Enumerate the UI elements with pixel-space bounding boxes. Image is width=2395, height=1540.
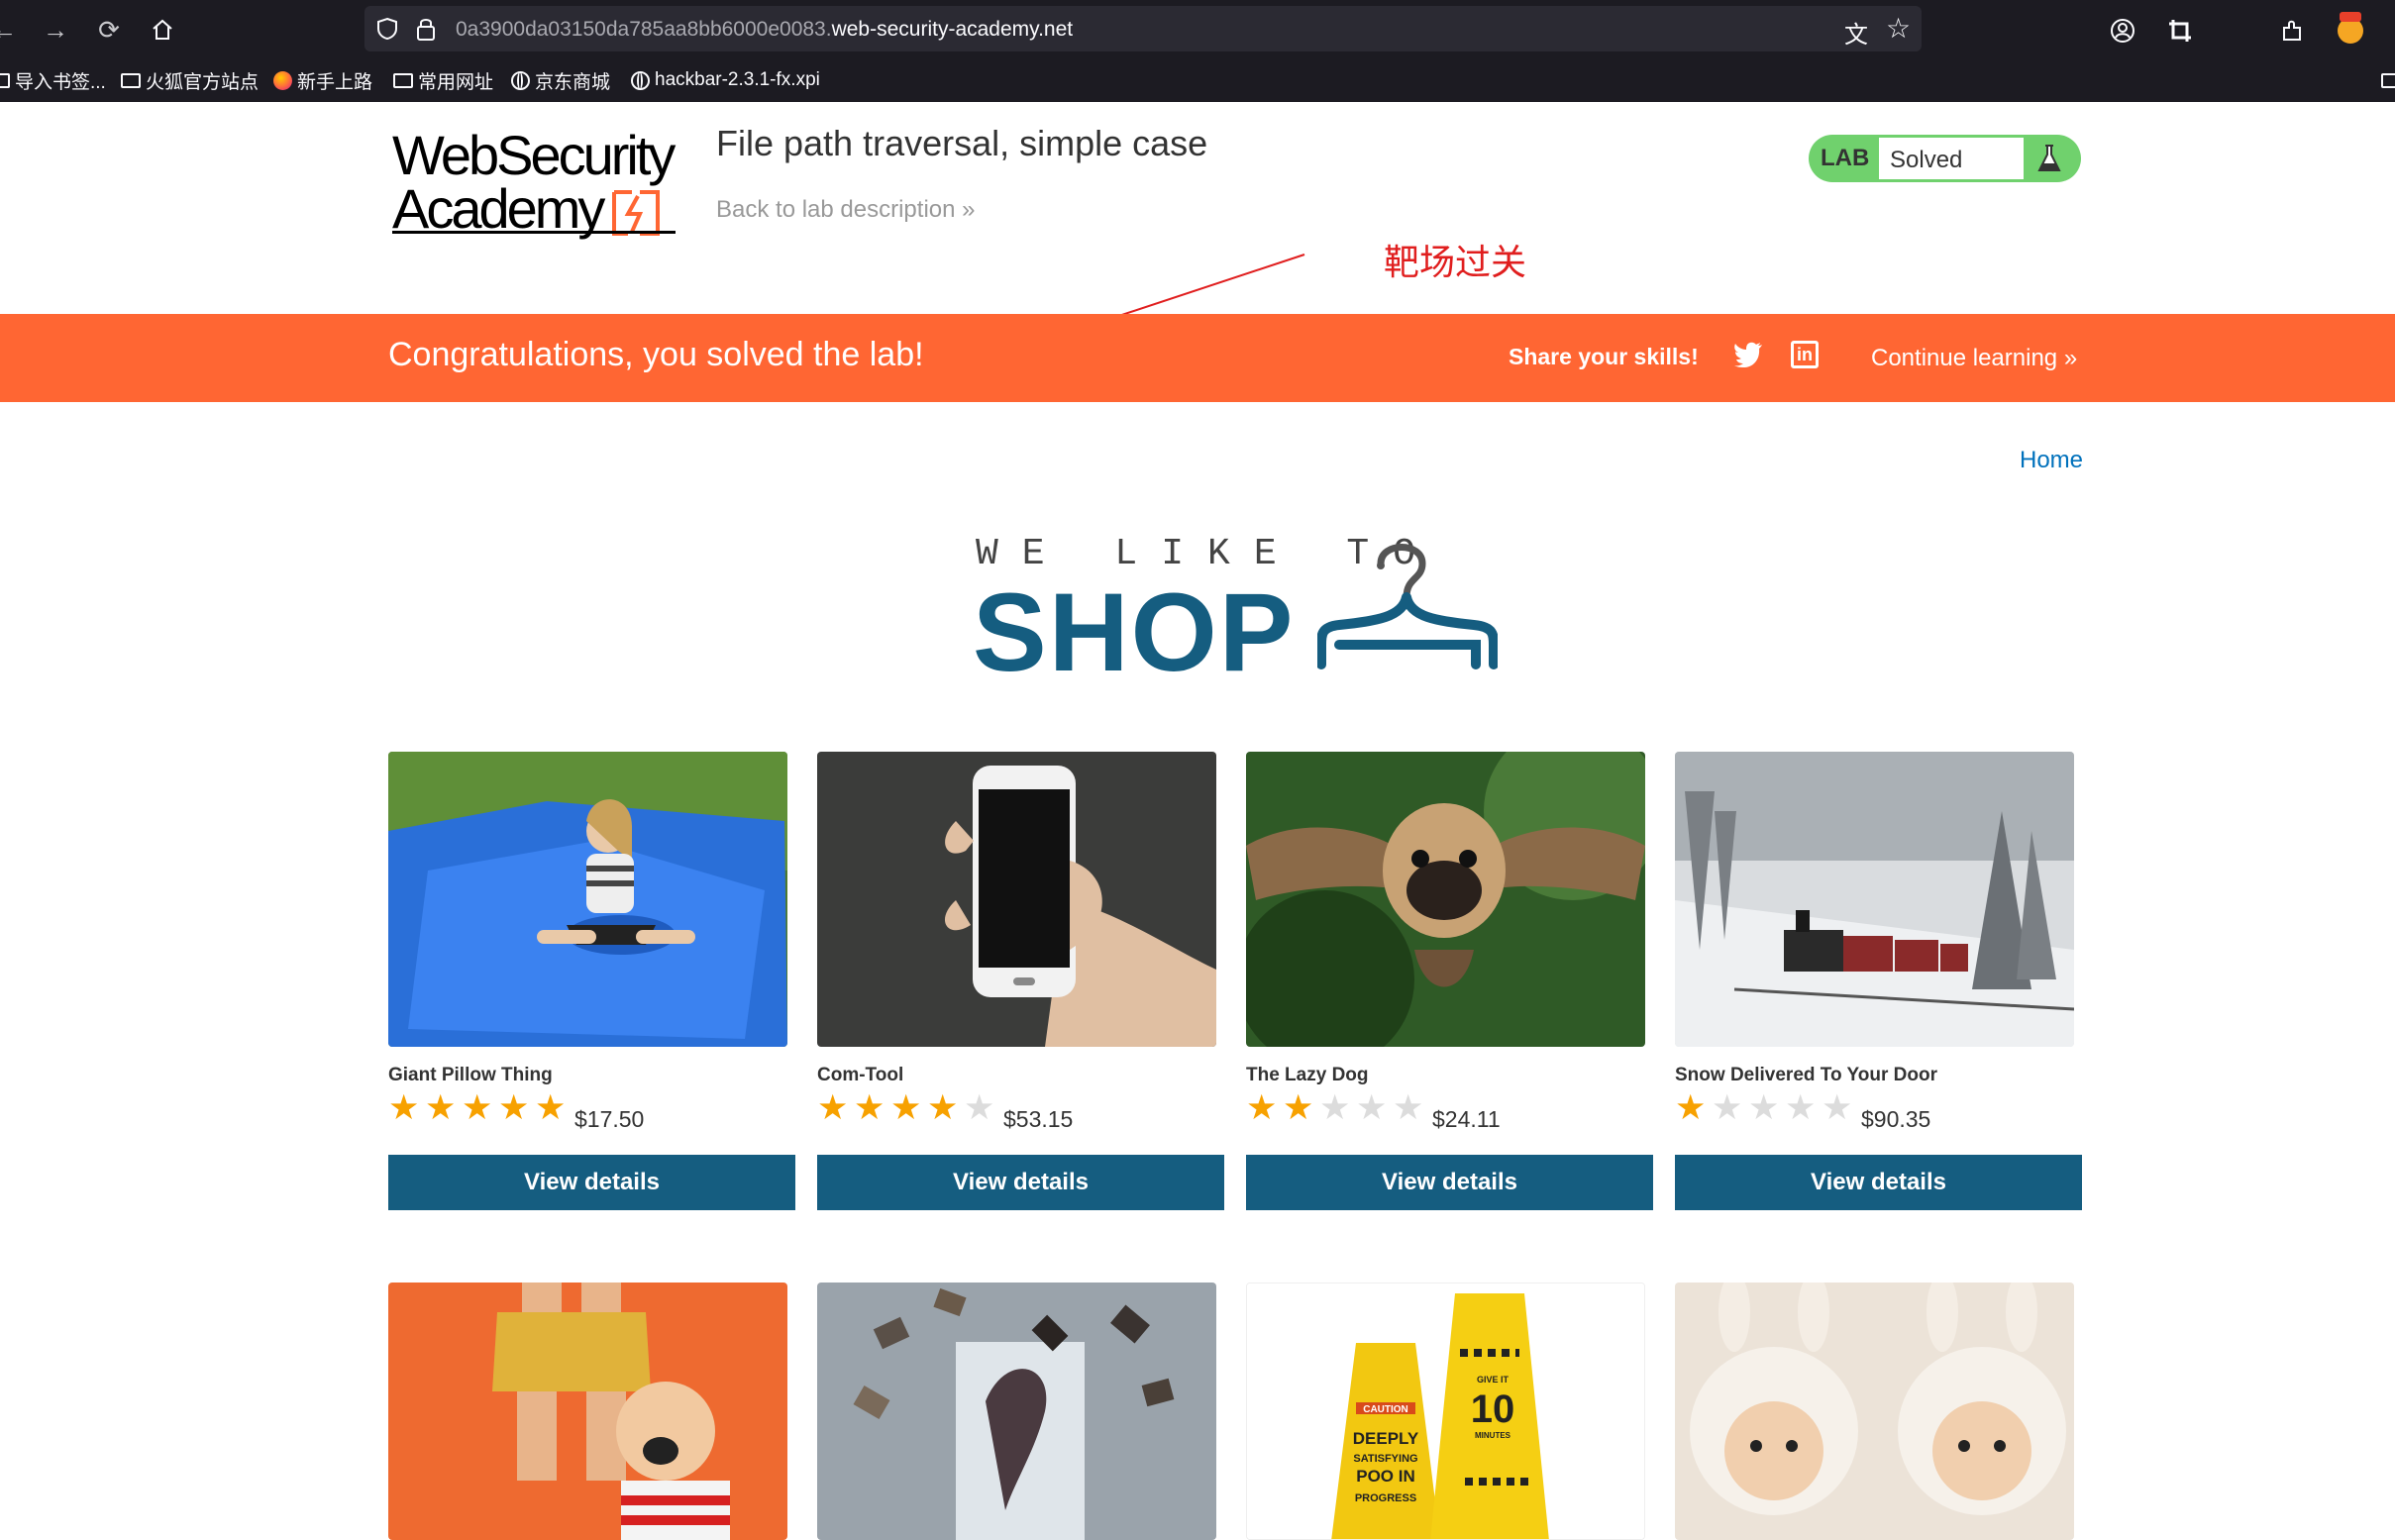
star-icon: ★ xyxy=(425,1088,457,1127)
star-icon: ★ xyxy=(1246,1088,1278,1127)
home-link[interactable]: Home xyxy=(2020,447,2083,474)
caution-sign-text: PROGRESS xyxy=(1355,1492,1416,1504)
linkedin-icon[interactable]: in xyxy=(1791,341,1819,368)
congratulations-message: Congratulations, you solved the lab! xyxy=(388,336,924,373)
caution-sign-text: 10 xyxy=(1471,1387,1515,1431)
star-icon: ★ xyxy=(964,1088,995,1127)
view-details-button[interactable]: View details xyxy=(388,1155,795,1210)
product-price: $53.15 xyxy=(1003,1106,1074,1132)
caution-sign-text: MINUTES xyxy=(1475,1431,1511,1440)
star-icon: ★ xyxy=(498,1088,530,1127)
twitter-icon[interactable] xyxy=(1733,342,1763,367)
product-image-giant-pillow[interactable] xyxy=(388,752,787,1047)
caution-sign-text: POO IN xyxy=(1356,1467,1415,1486)
star-icon: ★ xyxy=(462,1088,493,1127)
product-image-snow-train[interactable] xyxy=(1675,752,2074,1047)
product-card: Snow Delivered To Your Door ★ ★ ★ ★ ★ $90.35… xyxy=(1675,752,2082,1212)
caution-sign-text: SATISFYING xyxy=(1353,1453,1417,1465)
star-icon: ★ xyxy=(1712,1088,1743,1127)
product-name: The Lazy Dog xyxy=(1246,1065,1369,1085)
star-icon: ★ xyxy=(854,1088,885,1127)
continue-learning-link[interactable]: Continue learning » xyxy=(1871,345,2077,372)
product-card: Com-Tool ★ ★ ★ ★ ★ $53.15 View details xyxy=(817,752,1224,1212)
product-image-caution-signs[interactable]: CAUTION DEEPLY SATISFYING POO IN PROGRES… xyxy=(1246,1283,1645,1540)
star-icon: ★ xyxy=(817,1088,849,1127)
star-icon: ★ xyxy=(1785,1088,1817,1127)
caution-sign-text: CAUTION xyxy=(1363,1404,1408,1415)
star-rating: ★ ★ ★ ★ ★ xyxy=(817,1088,1000,1128)
product-image-babies[interactable] xyxy=(1675,1283,2074,1540)
caution-sign-text: DEEPLY xyxy=(1353,1429,1419,1448)
view-details-button[interactable]: View details xyxy=(1675,1155,2082,1210)
product-image-flying-books[interactable] xyxy=(817,1283,1216,1540)
star-icon: ★ xyxy=(1748,1088,1780,1127)
product-card: The Lazy Dog ★ ★ ★ ★ ★ $24.11 View details xyxy=(1246,752,1653,1212)
star-icon: ★ xyxy=(890,1088,922,1127)
product-image-com-tool[interactable] xyxy=(817,752,1216,1047)
share-skills-label: Share your skills! xyxy=(1509,344,1699,369)
view-details-button[interactable]: View details xyxy=(1246,1155,1653,1210)
star-rating: ★ ★ ★ ★ ★ xyxy=(388,1088,572,1128)
product-name: Snow Delivered To Your Door xyxy=(1675,1065,1937,1085)
star-icon: ★ xyxy=(927,1088,959,1127)
hero-shop-title: SHOP xyxy=(973,570,1296,694)
star-icon: ★ xyxy=(1393,1088,1424,1127)
caution-sign-text: GIVE IT xyxy=(1477,1375,1510,1385)
star-icon: ★ xyxy=(1319,1088,1351,1127)
star-icon: ★ xyxy=(1283,1088,1314,1127)
product-card: Giant Pillow Thing ★ ★ ★ ★ ★ $17.50 View det… xyxy=(388,752,795,1212)
product-price: $17.50 xyxy=(574,1106,645,1132)
product-image-lazy-dog[interactable] xyxy=(1246,752,1645,1047)
product-name: Giant Pillow Thing xyxy=(388,1065,553,1085)
product-price: $24.11 xyxy=(1432,1106,1501,1132)
chevron-right-icon: » xyxy=(2063,345,2078,371)
star-icon: ★ xyxy=(1822,1088,1853,1127)
star-rating: ★ ★ ★ ★ ★ xyxy=(1675,1088,1858,1128)
product-image-toy-figures[interactable] xyxy=(388,1283,787,1540)
view-details-button[interactable]: View details xyxy=(817,1155,1224,1210)
star-icon: ★ xyxy=(1675,1088,1707,1127)
product-price: $90.35 xyxy=(1861,1106,1931,1132)
product-name: Com-Tool xyxy=(817,1065,904,1085)
star-icon: ★ xyxy=(388,1088,420,1127)
star-icon: ★ xyxy=(1356,1088,1388,1127)
star-icon: ★ xyxy=(535,1088,567,1127)
hanger-icon xyxy=(1317,544,1498,669)
lab-solved-banner: Congratulations, you solved the lab! Sha… xyxy=(0,314,2395,402)
star-rating: ★ ★ ★ ★ ★ xyxy=(1246,1088,1429,1128)
